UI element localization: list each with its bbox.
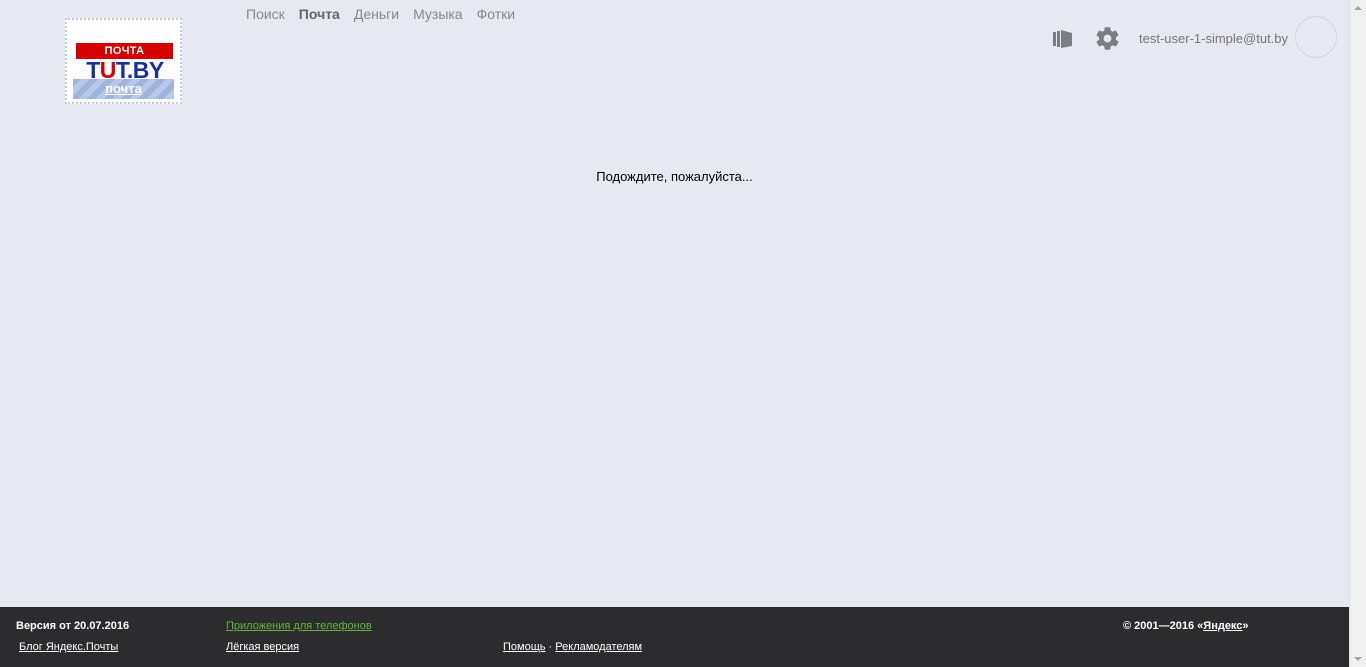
logo-bottom-label: почта (73, 79, 174, 99)
scroll-down-icon[interactable] (1354, 657, 1362, 661)
avatar[interactable] (1295, 16, 1337, 58)
tutby-mail-logo[interactable]: ПОЧТА TUT.BY почта (65, 18, 182, 104)
version-label: Версия от 20.07.2016 (16, 620, 130, 632)
footer-separator: · (545, 641, 556, 653)
nav-item-mail[interactable]: Почта (299, 6, 340, 22)
footer: Версия от 20.07.2016 Приложения для теле… (0, 607, 1349, 667)
nav-item-photos[interactable]: Фотки (477, 6, 515, 22)
user-email[interactable]: test-user-1-simple@tut.by (1139, 31, 1288, 47)
nav-item-music[interactable]: Музыка (413, 6, 463, 22)
compose-icon[interactable] (1052, 28, 1074, 50)
nav-item-search[interactable]: Поиск (246, 6, 285, 22)
apps-link[interactable]: Приложения для телефонов (226, 620, 372, 632)
nav-item-money[interactable]: Деньги (354, 6, 399, 22)
vertical-scrollbar[interactable] (1349, 0, 1366, 667)
top-nav: Поиск Почта Деньги Музыка Фотки (246, 6, 515, 22)
help-link[interactable]: Помощь (503, 641, 546, 653)
copyright-prefix: © 2001—2016 « (1123, 620, 1204, 632)
gear-icon[interactable] (1094, 25, 1121, 52)
yandex-link[interactable]: Яндекс (1203, 620, 1242, 632)
loading-message: Подождите, пожалуйста... (596, 169, 753, 184)
copyright-suffix: » (1242, 620, 1249, 632)
copyright: © 2001—2016 «Яндекс» (1123, 619, 1249, 633)
light-version-link[interactable]: Лёгкая версия (226, 641, 299, 653)
blog-link[interactable]: Блог Яндекс.Почты (19, 641, 118, 653)
scroll-up-icon[interactable] (1354, 6, 1362, 10)
advertisers-link[interactable]: Рекламодателям (555, 641, 642, 653)
